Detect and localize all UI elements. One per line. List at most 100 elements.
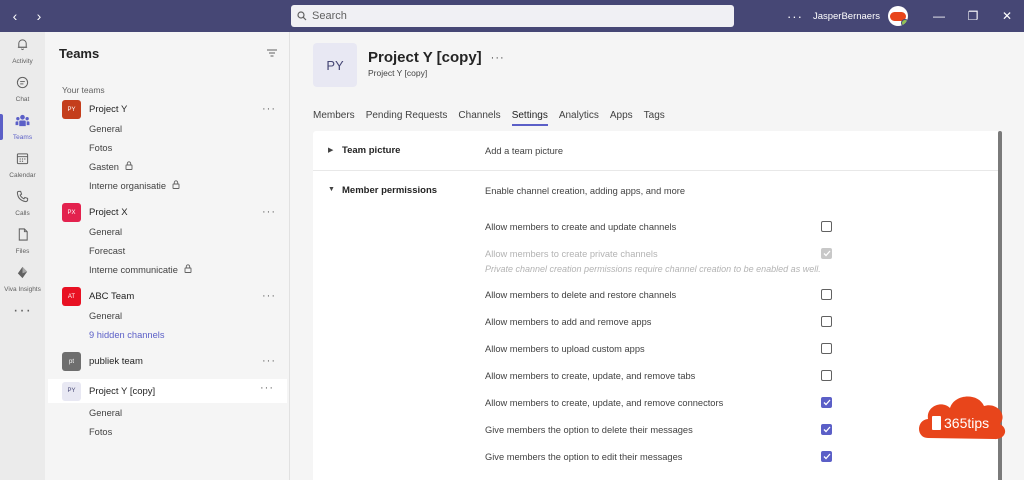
setting-title: Team picture [342,145,401,156]
rail-item-calendar[interactable]: Calendar [0,146,45,184]
permission-row: Allow members to upload custom apps [313,336,1001,363]
tab-settings[interactable]: Settings [511,110,548,126]
team-tile: pt [62,352,81,371]
phone-icon [16,190,29,208]
team-more-icon[interactable]: ··· [491,52,505,64]
channel-item[interactable]: Forecast [45,241,289,260]
team-block: PY Project Y [copy] ··· General Fotos [45,379,289,441]
setting-team-picture[interactable]: ▶ Team picture Add a team picture [313,131,1001,171]
rail-item-chat[interactable]: Chat [0,70,45,108]
team-tile: PY [313,43,357,87]
section-label: Your teams [62,85,105,95]
channel-item[interactable]: General [45,306,289,325]
permission-row: Allow members to create and update chann… [313,214,1001,241]
checkmark-icon [823,426,830,433]
teams-list: PY Project Y ··· General Fotos Gasten Interne … [45,100,289,441]
channel-item[interactable]: Fotos [45,422,289,441]
permission-row: Allow members to delete and restore chan… [313,282,1001,309]
rail-item-label: Teams [12,133,33,141]
filter-icon[interactable] [267,49,277,57]
tab-members[interactable]: Members [313,110,355,126]
team-block: AT ABC Team ··· General 9 hidden channels [45,287,289,344]
more-apps-icon[interactable]: ··· [0,302,45,320]
team-subtitle: Project Y [copy] [368,68,428,78]
team-row[interactable]: PY Project Y ··· [45,100,289,119]
settings-panel: ▶ Team picture Add a team picture ▼ Memb… [313,131,1001,480]
permission-checkbox[interactable] [821,397,832,408]
team-more-icon[interactable]: ··· [262,290,276,302]
tab-analytics[interactable]: Analytics [559,110,599,126]
channel-item[interactable]: Interne organisatie [45,176,289,195]
permission-checkbox[interactable] [821,370,832,381]
team-block: PY Project Y ··· General Fotos Gasten Interne … [45,100,289,195]
team-more-icon[interactable]: ··· [262,206,276,218]
channel-item[interactable]: Gasten [45,157,289,176]
tab-tags[interactable]: Tags [644,110,665,126]
channel-item[interactable]: General [45,119,289,138]
permission-row: Allow members to create, update, and rem… [313,363,1001,390]
forward-arrow-icon[interactable]: › [32,8,46,24]
caret-down-icon[interactable]: ▼ [328,186,335,193]
tab-pending-requests[interactable]: Pending Requests [366,110,448,126]
restore-icon[interactable]: ❐ [956,0,990,32]
search-input[interactable]: Search [291,5,734,27]
team-more-icon[interactable]: ··· [262,103,276,115]
permission-row: Allow members to add and remove apps [313,309,1001,336]
channel-item[interactable]: General [45,222,289,241]
channel-label: Fotos [89,142,113,153]
teams-icon [15,114,30,132]
rail-item-activity[interactable]: Activity [0,32,45,70]
checkmark-icon [823,250,830,257]
team-name: publiek team [89,356,143,367]
team-row[interactable]: pt publiek team ··· [45,352,289,371]
tab-channels[interactable]: Channels [458,110,500,126]
channel-item[interactable]: General [45,403,289,422]
minimize-icon[interactable]: — [922,0,956,32]
tab-apps[interactable]: Apps [610,110,633,126]
team-more-icon[interactable]: ··· [262,355,276,367]
team-row[interactable]: PY Project Y [copy] ··· [48,379,287,403]
permission-checkbox[interactable] [821,343,832,354]
channel-label: General [89,310,123,321]
permission-row: Allow members to create, update, and rem… [313,390,1001,417]
permission-label: Allow members to create, update, and rem… [485,371,696,381]
rail-item-viva-insights[interactable]: Viva Insights [0,260,45,298]
channel-item[interactable]: Fotos [45,138,289,157]
team-row[interactable]: PX Project X ··· [45,203,289,222]
avatar[interactable] [888,6,908,26]
team-header: PY Project Y [copy] ··· Project Y [copy] [313,43,505,87]
permission-checkbox[interactable] [821,424,832,435]
setting-title[interactable]: Member permissions [342,185,437,196]
team-more-icon[interactable]: ··· [260,382,274,394]
permission-checkbox[interactable] [821,221,832,232]
permission-label: Allow members to create private channels [485,249,658,259]
permission-label: Allow members to upload custom apps [485,344,645,354]
permission-checkbox[interactable] [821,289,832,300]
permission-row: Give members the option to edit their me… [313,444,1001,471]
team-tile: PX [62,203,81,222]
caret-right-icon: ▶ [328,147,334,154]
hidden-channels-link[interactable]: 9 hidden channels [45,325,289,344]
permission-label: Allow members to delete and restore chan… [485,290,677,300]
team-name: Project Y [89,104,128,115]
rail-item-files[interactable]: Files [0,222,45,260]
rail-item-calls[interactable]: Calls [0,184,45,222]
more-options-icon[interactable]: ··· [787,9,803,24]
channel-label: Fotos [89,426,113,437]
setting-desc: Add a team picture [485,146,564,156]
search-icon [297,11,307,21]
permission-row: Allow members to create private channels… [313,241,1001,282]
main-content: PY Project Y [copy] ··· Project Y [copy]… [291,32,1024,480]
permission-checkbox[interactable] [821,451,832,462]
channel-item[interactable]: Interne communicatie [45,260,289,279]
rail-item-teams[interactable]: Teams [0,108,45,146]
rail-item-label: Calendar [9,171,36,179]
back-arrow-icon[interactable]: ‹ [8,8,22,24]
close-icon[interactable]: ✕ [990,0,1024,32]
team-title: Project Y [copy] [368,49,482,66]
rail-item-label: Viva Insights [4,285,41,293]
team-row[interactable]: AT ABC Team ··· [45,287,289,306]
permission-checkbox[interactable] [821,316,832,327]
channel-label: Gasten [89,161,119,172]
team-block: pt publiek team ··· [45,352,289,371]
